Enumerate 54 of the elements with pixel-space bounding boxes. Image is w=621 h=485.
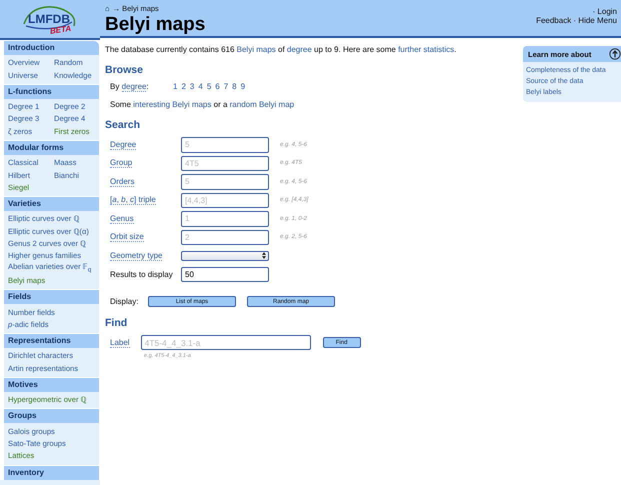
- updown-icon: [262, 252, 266, 260]
- nav-heading[interactable]: Inventory: [4, 466, 99, 480]
- browse-label: By degree:: [110, 82, 150, 91]
- nav-heading[interactable]: Fields: [4, 290, 99, 304]
- field-label-link[interactable]: Label: [110, 338, 130, 348]
- section-heading: Search: [105, 119, 142, 131]
- text-link[interactable]: interesting Belyi maps: [133, 100, 212, 109]
- nav-heading[interactable]: Varieties: [4, 197, 99, 212]
- text-link[interactable]: degree: [286, 45, 312, 54]
- input-field[interactable]: 4T5: [181, 156, 269, 171]
- nav-heading[interactable]: Motives: [4, 378, 99, 392]
- number-link[interactable]: 8: [232, 82, 237, 91]
- number-link[interactable]: 7: [224, 82, 228, 91]
- text-link[interactable]: degree: [122, 82, 146, 92]
- field-label-link[interactable]: Orders: [110, 176, 134, 187]
- nav-heading[interactable]: Introduction: [4, 41, 99, 55]
- dropdown[interactable]: [181, 250, 269, 261]
- number-link[interactable]: 5: [206, 82, 212, 91]
- field-label-link[interactable]: [a, b, c] triple: [110, 195, 156, 206]
- menu-links[interactable]: Feedback · Hide Menu: [536, 16, 617, 25]
- number-link[interactable]: 1: [173, 82, 178, 91]
- field-label-link[interactable]: Orbit size: [110, 232, 144, 242]
- input-field[interactable]: 2: [181, 230, 269, 245]
- login-link[interactable]: · Login: [592, 7, 617, 16]
- nav-heading[interactable]: Modular forms: [4, 140, 99, 155]
- input-field[interactable]: [4,4,3]: [181, 192, 269, 208]
- intro-text: The database currently contains 616 Belyi maps of degree up to 9. Here are some further statistics.: [105, 45, 458, 54]
- number-link[interactable]: 6: [215, 82, 220, 91]
- arrow-up-icon[interactable]: [609, 48, 621, 60]
- text-link[interactable]: random Belyi map: [230, 100, 294, 109]
- field-label-link[interactable]: Group: [110, 158, 132, 168]
- number-link[interactable]: 4: [198, 82, 203, 91]
- number-link[interactable]: 3: [190, 82, 194, 91]
- number-link[interactable]: 2: [181, 82, 186, 91]
- section-heading: Find: [105, 317, 128, 329]
- input-field[interactable]: 5: [181, 174, 269, 190]
- input-field[interactable]: 4T5-4_4_3.1-a: [140, 335, 311, 350]
- text-link[interactable]: Belyi maps: [236, 45, 276, 54]
- text-link[interactable]: further statistics: [398, 45, 454, 54]
- input-field[interactable]: 1: [181, 211, 269, 226]
- nav-heading[interactable]: L-functions: [4, 84, 99, 99]
- page-title: Belyi maps: [105, 14, 206, 36]
- section-heading: Browse: [105, 64, 144, 76]
- input-field[interactable]: 5: [181, 137, 269, 152]
- input-field[interactable]: 50: [181, 266, 269, 282]
- nav-heading[interactable]: Groups: [4, 409, 99, 424]
- display-label: Display:: [110, 297, 140, 306]
- nav-heading[interactable]: Representations: [4, 334, 99, 348]
- field-label-link[interactable]: Degree: [110, 140, 136, 150]
- number-link[interactable]: 9: [240, 82, 246, 91]
- field-label-link[interactable]: Geometry type: [110, 250, 162, 261]
- browse-text: Some interesting Belyi maps or a random Belyi map: [110, 100, 296, 109]
- field-label: Results to display: [110, 270, 173, 279]
- field-label-link[interactable]: Genus: [110, 214, 134, 224]
